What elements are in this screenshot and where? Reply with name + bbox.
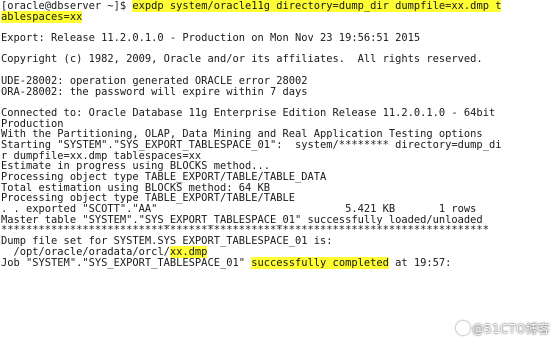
- job-suffix: at 19:57:: [388, 256, 452, 269]
- job-prefix: Job "SYSTEM"."SYS_EXPORT_TABLESPACE_01": [1, 256, 252, 269]
- watermark: @51CTO博客: [455, 320, 550, 337]
- command-line: [oracle@dbserver ~]$ expdp system/oracle…: [1, 0, 554, 12]
- expdp-command-highlight-continued: ablespaces=xx: [1, 10, 83, 23]
- job-status-line: Job "SYSTEM"."SYS_EXPORT_TABLESPACE_01" …: [1, 256, 554, 269]
- copyright-line: Copyright (c) 1982, 2009, Oracle and/or …: [1, 53, 483, 66]
- ude-error-line: UDE-28002: operation generated ORACLE er…: [1, 74, 308, 87]
- watermark-logo-icon: [455, 321, 470, 335]
- export-release-line: Export: Release 11.2.0.1.0 - Production …: [1, 32, 421, 45]
- connected-line: Connected to: Oracle Database 11g Enterp…: [1, 106, 496, 119]
- job-status-highlight: successfully completed: [251, 256, 389, 269]
- command-line-continuation: ablespaces=xx: [1, 10, 554, 23]
- expdp-command-highlight: expdp system/oracle11g directory=dump_di…: [132, 0, 502, 12]
- watermark-text: @51CTO博客: [471, 322, 550, 336]
- terminal-window[interactable]: [oracle@dbserver ~]$ expdp system/oracle…: [0, 0, 554, 343]
- ora-error-line: ORA-28002: the password will expire with…: [1, 85, 308, 98]
